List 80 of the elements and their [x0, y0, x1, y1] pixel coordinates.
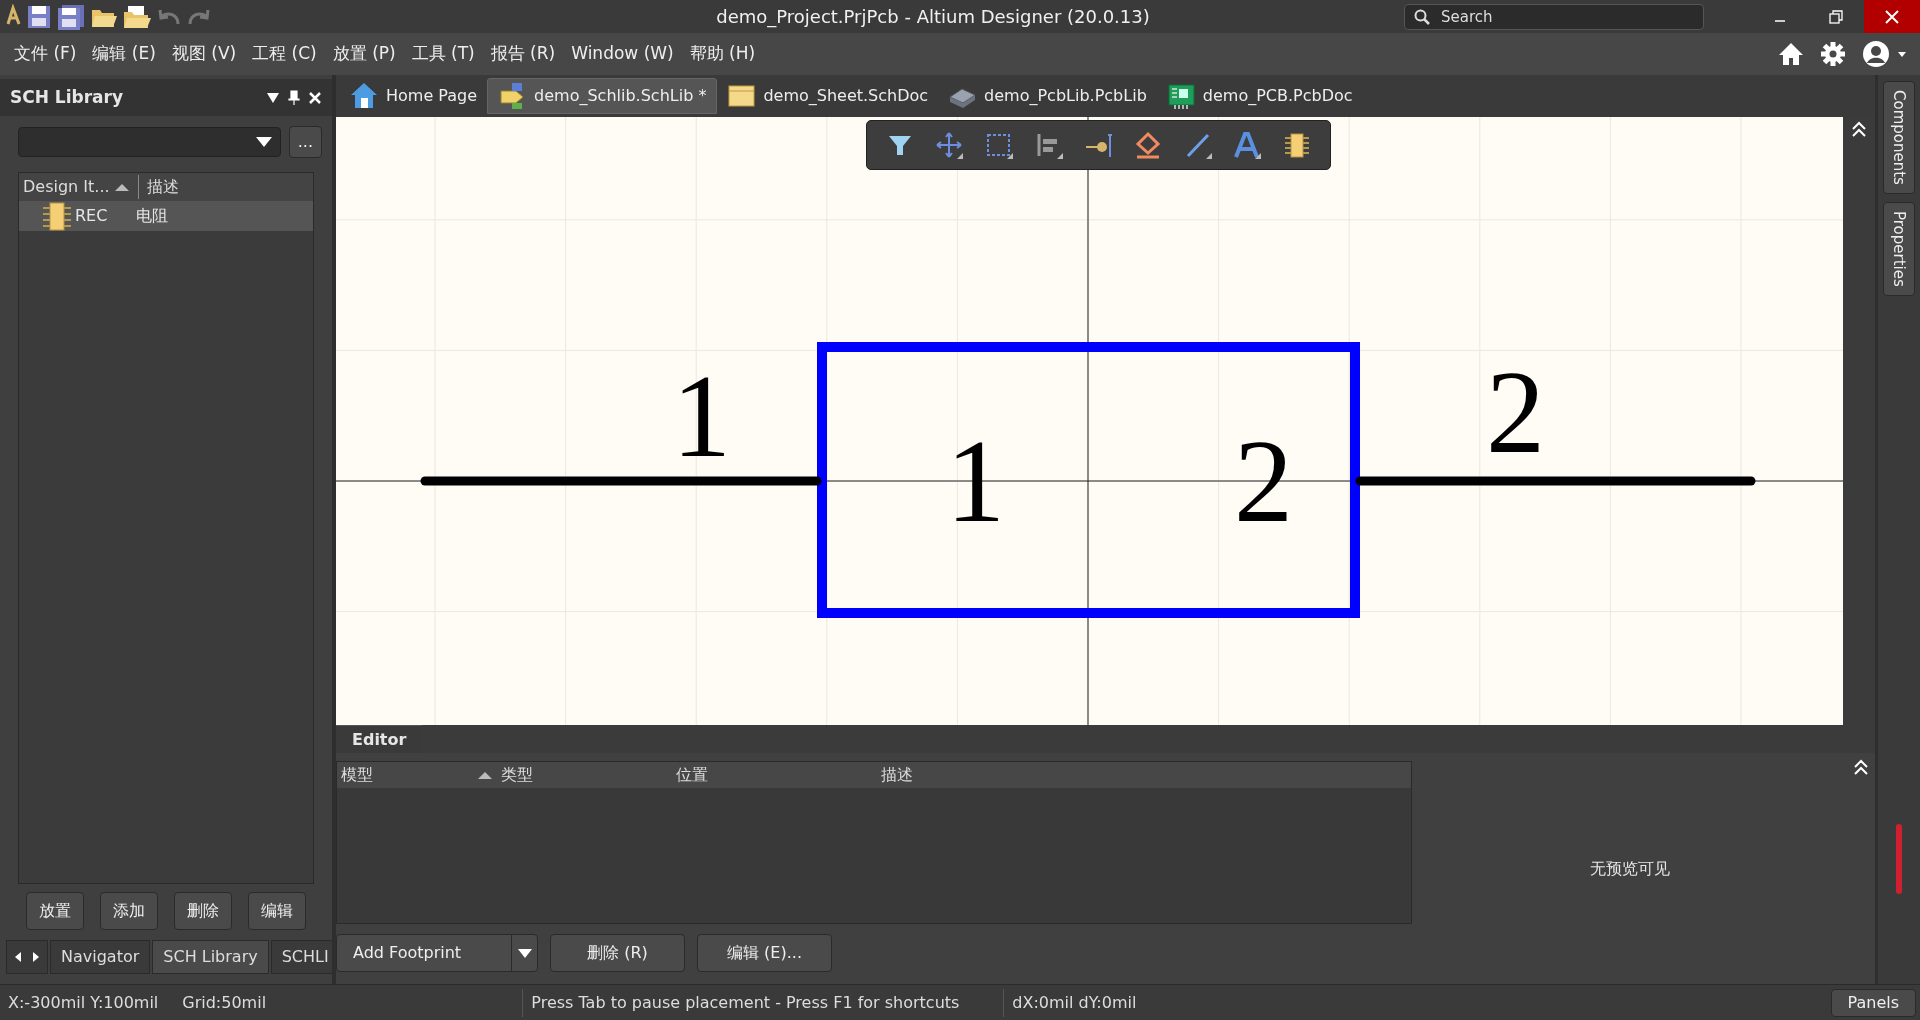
component-icon [43, 201, 71, 231]
panel-tab[interactable]: SCH Library [152, 940, 269, 974]
footprint-button[interactable]: 删除 (R) [550, 934, 685, 972]
account-icon[interactable] [1862, 40, 1906, 68]
menu-item[interactable]: 视图 (V) [163, 41, 245, 67]
caret-icon [517, 948, 532, 958]
pin-name: 1 [946, 416, 1005, 547]
caret-icon [255, 137, 272, 147]
library-row[interactable]: REC 电阻 [19, 201, 313, 231]
menu-item[interactable]: Window (W) [563, 41, 682, 67]
scrollbar[interactable] [1896, 824, 1902, 894]
save-all-icon[interactable] [56, 2, 86, 31]
dropdown-icon[interactable] [266, 91, 280, 104]
document-tab[interactable]: Home Page [340, 78, 488, 114]
panel-tab[interactable]: SCHLI [270, 940, 332, 974]
footprint-button[interactable]: 编辑 (E)... [697, 934, 832, 972]
column-header[interactable]: 类型 [497, 763, 672, 787]
pin-place-icon[interactable] [1084, 131, 1113, 159]
column-header[interactable]: 描述 [138, 175, 179, 199]
panel-button[interactable]: 编辑 [248, 892, 306, 930]
component-icon[interactable] [1283, 131, 1312, 159]
pin-designator: 1 [672, 351, 731, 482]
save-icon[interactable] [26, 3, 52, 30]
folders-icon[interactable] [122, 3, 152, 30]
status-text: Grid:50mil [181, 991, 268, 1014]
text-icon[interactable] [1233, 131, 1262, 159]
preview-message: 无预览可见 [1589, 857, 1670, 880]
document-tab[interactable]: demo_PcbLib.PcbLib [938, 78, 1157, 114]
settings-icon[interactable] [1820, 41, 1846, 67]
column-header[interactable]: Design It... [19, 175, 114, 199]
window-title: demo_Project.PrjPcb - Altium Designer (20.0.13) [716, 5, 1150, 30]
footprint-button[interactable]: Add Footprint [336, 934, 538, 972]
panel-title: SCH Library [10, 85, 123, 109]
document-tab[interactable]: demo_Sheet.SchDoc [717, 78, 939, 114]
component-body[interactable] [817, 342, 1360, 618]
panel-tab[interactable]: Navigator [50, 940, 151, 974]
column-header[interactable]: 描述 [877, 763, 1077, 787]
column-header[interactable]: 位置 [672, 763, 877, 787]
search-icon [1414, 8, 1430, 25]
circuit-board-icon [1166, 81, 1195, 111]
column-header[interactable]: 模型 [337, 763, 477, 787]
polygon-icon[interactable] [1134, 131, 1163, 159]
panels-button[interactable]: Panels [1830, 988, 1916, 1017]
document-tab[interactable]: demo_PCB.PcbDoc [1156, 78, 1363, 114]
component-name: REC [74, 205, 109, 227]
status-text: X:-300mil Y:100mil [7, 991, 159, 1014]
menu-item[interactable]: 报告 (R) [482, 41, 564, 67]
status-text: Press Tab to pause placement - Press F1 for shortcuts [530, 991, 961, 1014]
panel-button[interactable]: 添加 [100, 892, 158, 930]
close-icon[interactable] [1884, 8, 1900, 25]
close-icon[interactable] [308, 90, 322, 105]
menu-item[interactable]: 放置 (P) [324, 41, 404, 67]
pin-line[interactable] [1355, 476, 1756, 486]
collapse-up-icon[interactable] [1853, 759, 1869, 775]
home-icon[interactable] [1778, 42, 1804, 66]
status-text: dX:0mil dY:0mil [1011, 991, 1137, 1014]
menu-item[interactable]: 编辑 (E) [84, 41, 164, 67]
pin-line[interactable] [420, 476, 822, 486]
more-button[interactable]: ... [288, 126, 322, 158]
move-icon[interactable] [935, 131, 964, 159]
pin-icon[interactable] [288, 89, 300, 106]
pin-designator: 2 [1486, 347, 1545, 478]
select-icon[interactable] [985, 131, 1014, 159]
restore-icon[interactable] [1829, 9, 1843, 24]
side-panel-tab[interactable]: Properties [1882, 201, 1916, 296]
document-tab[interactable]: demo_Schlib.SchLib * [487, 78, 718, 114]
component-description: 电阻 [136, 205, 168, 227]
panel-button[interactable]: 删除 [174, 892, 232, 930]
home-icon [350, 81, 378, 111]
sort-icon[interactable] [477, 770, 493, 780]
menu-item[interactable]: 文件 (F) [6, 41, 85, 67]
menu-item[interactable]: 工具 (T) [403, 41, 483, 67]
panel-button[interactable]: 放置 [26, 892, 84, 930]
collapse-up-icon[interactable] [1851, 121, 1867, 137]
sort-icon[interactable] [114, 182, 130, 192]
pin-name: 2 [1234, 416, 1293, 547]
menu-item[interactable]: 帮助 (H) [681, 41, 764, 67]
menu-item[interactable]: 工程 (C) [244, 41, 325, 67]
side-panel-tab[interactable]: Components [1882, 81, 1916, 194]
search-field[interactable]: Search [1404, 3, 1704, 30]
